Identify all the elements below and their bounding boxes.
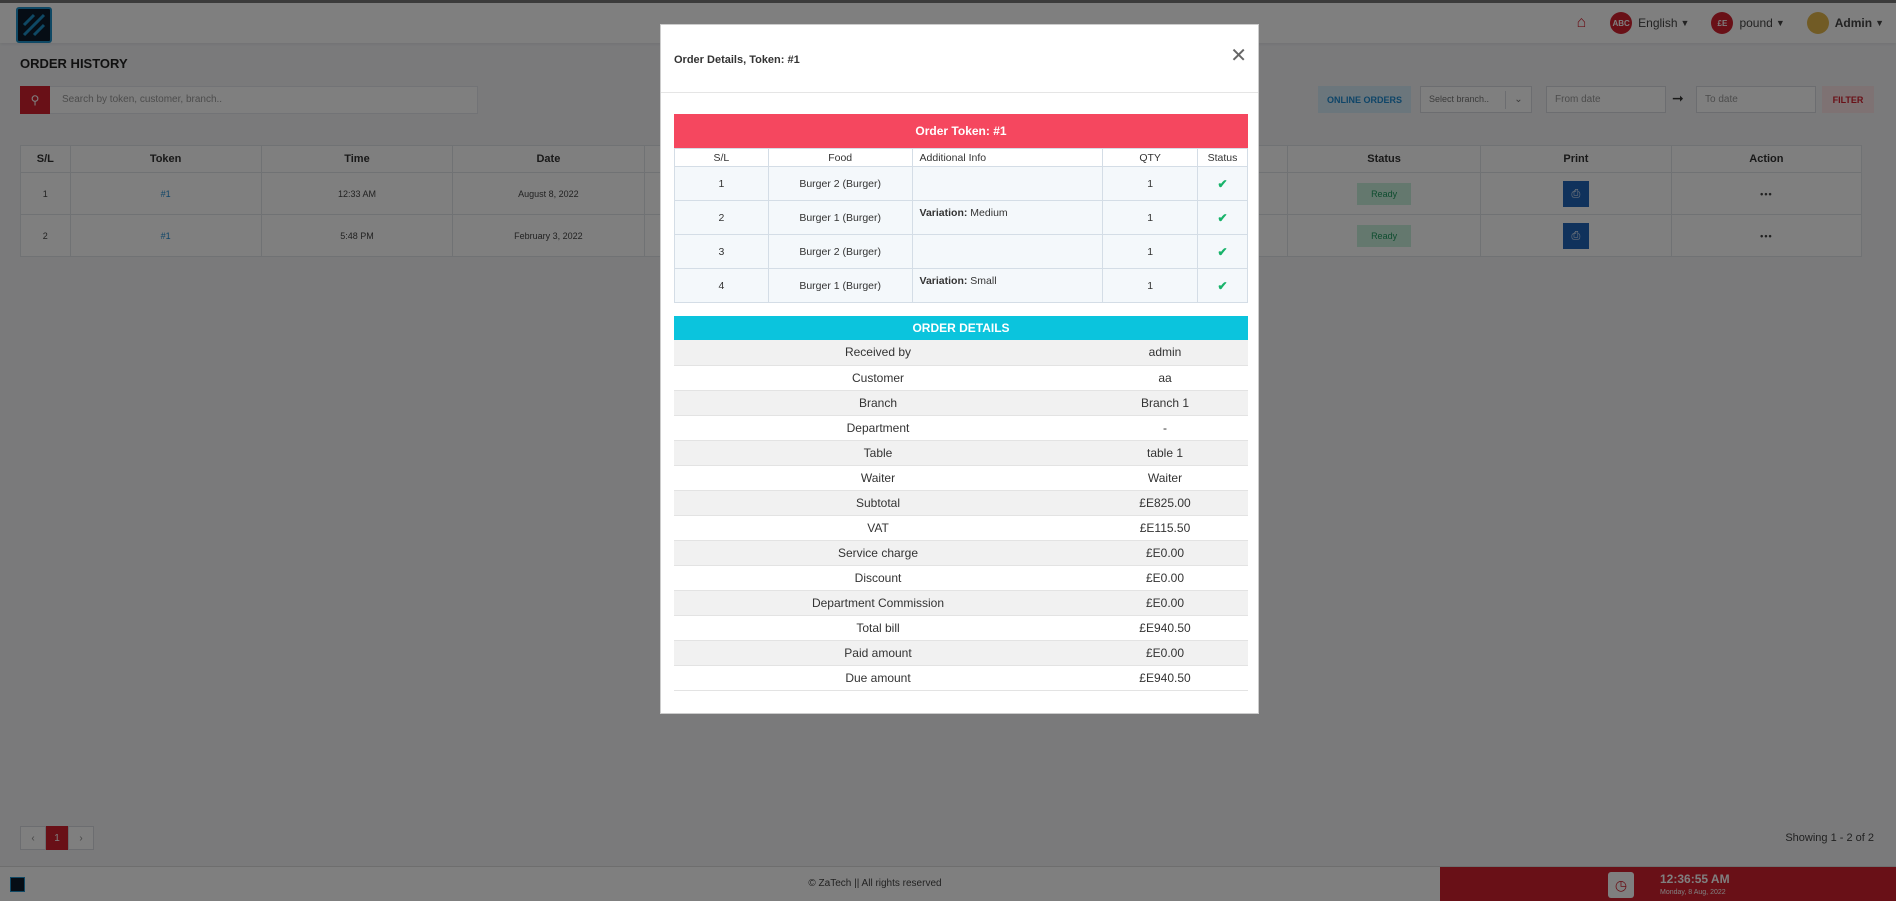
detail-value: £E115.50	[1082, 515, 1248, 541]
item-sl: 2	[674, 200, 769, 235]
check-icon: ✔	[1217, 244, 1228, 259]
detail-row: VAT £E115.50	[674, 515, 1248, 541]
item-food: Burger 2 (Burger)	[767, 166, 913, 201]
detail-value: £E0.00	[1082, 590, 1248, 616]
detail-row: Branch Branch 1	[674, 390, 1248, 416]
detail-row: Waiter Waiter	[674, 465, 1248, 491]
detail-label: Discount	[674, 565, 1082, 591]
detail-row: Table table 1	[674, 440, 1248, 466]
item-info	[911, 166, 1104, 201]
col-header-sl: S/L	[674, 148, 769, 167]
detail-row: Department -	[674, 415, 1248, 441]
detail-value: Branch 1	[1082, 390, 1248, 416]
order-token-heading: Order Token: #1	[674, 114, 1248, 148]
modal-header: Order Details, Token: #1 ✕	[661, 25, 1258, 93]
info-value: Small	[967, 275, 997, 287]
item-sl: 4	[674, 268, 769, 303]
detail-label: Total bill	[674, 615, 1082, 641]
col-header-status: Status	[1197, 148, 1248, 167]
close-icon[interactable]: ✕	[1230, 46, 1247, 66]
item-qty: 1	[1102, 200, 1199, 235]
detail-label: Paid amount	[674, 640, 1082, 666]
item-food: Burger 1 (Burger)	[767, 200, 913, 235]
detail-label: Department Commission	[674, 590, 1082, 616]
detail-label: Service charge	[674, 540, 1082, 566]
item-info: Variation: Medium	[911, 200, 1104, 235]
info-value: Medium	[967, 207, 1008, 219]
modal-title: Order Details, Token: #1	[674, 54, 800, 66]
detail-row: Subtotal £E825.00	[674, 490, 1248, 516]
detail-row: Customer aa	[674, 365, 1248, 391]
item-food: Burger 2 (Burger)	[767, 234, 913, 269]
detail-value: £E940.50	[1082, 615, 1248, 641]
table-row: 1 Burger 2 (Burger) 1 ✔	[674, 166, 1248, 201]
order-details-heading: ORDER DETAILS	[674, 316, 1248, 340]
check-icon: ✔	[1217, 210, 1228, 225]
detail-value: Waiter	[1082, 465, 1248, 491]
detail-label: Waiter	[674, 465, 1082, 491]
detail-value: £E0.00	[1082, 540, 1248, 566]
detail-row: Total bill £E940.50	[674, 615, 1248, 641]
detail-label: Subtotal	[674, 490, 1082, 516]
detail-row: Received by admin	[674, 340, 1248, 366]
table-row: 4 Burger 1 (Burger) Variation: Small 1 ✔	[674, 268, 1248, 303]
item-qty: 1	[1102, 234, 1199, 269]
detail-row: Discount £E0.00	[674, 565, 1248, 591]
items-header-row: S/L Food Additional Info QTY Status	[674, 148, 1248, 167]
item-food: Burger 1 (Burger)	[767, 268, 913, 303]
detail-value: -	[1082, 415, 1248, 441]
order-items-table: S/L Food Additional Info QTY Status 1 Bu…	[674, 148, 1248, 303]
detail-label: Branch	[674, 390, 1082, 416]
detail-row: Due amount £E940.50	[674, 665, 1248, 691]
detail-value: £E825.00	[1082, 490, 1248, 516]
detail-value: £E940.50	[1082, 665, 1248, 691]
check-icon: ✔	[1217, 176, 1228, 191]
detail-value: aa	[1082, 365, 1248, 391]
col-header-info: Additional Info	[911, 148, 1104, 167]
order-details-modal: Order Details, Token: #1 ✕ Order Token: …	[660, 24, 1259, 714]
detail-value: £E0.00	[1082, 640, 1248, 666]
detail-label: Due amount	[674, 665, 1082, 691]
item-info: Variation: Small	[911, 268, 1104, 303]
detail-label: VAT	[674, 515, 1082, 541]
detail-label: Received by	[674, 340, 1082, 366]
detail-label: Customer	[674, 365, 1082, 391]
detail-label: Department	[674, 415, 1082, 441]
detail-value: admin	[1082, 340, 1248, 366]
table-row: 2 Burger 1 (Burger) Variation: Medium 1 …	[674, 200, 1248, 235]
item-qty: 1	[1102, 268, 1199, 303]
col-header-qty: QTY	[1102, 148, 1199, 167]
item-qty: 1	[1102, 166, 1199, 201]
table-row: 3 Burger 2 (Burger) 1 ✔	[674, 234, 1248, 269]
detail-value: £E0.00	[1082, 565, 1248, 591]
item-info	[911, 234, 1104, 269]
check-icon: ✔	[1217, 278, 1228, 293]
item-sl: 1	[674, 166, 769, 201]
item-sl: 3	[674, 234, 769, 269]
order-details-table: Received by admin Customer aa Branch Branch…	[674, 340, 1248, 691]
detail-row: Department Commission £E0.00	[674, 590, 1248, 616]
detail-row: Service charge £E0.00	[674, 540, 1248, 566]
info-label: Variation:	[919, 275, 968, 287]
detail-label: Table	[674, 440, 1082, 466]
detail-row: Paid amount £E0.00	[674, 640, 1248, 666]
info-label: Variation:	[919, 207, 968, 219]
col-header-food: Food	[767, 148, 913, 167]
detail-value: table 1	[1082, 440, 1248, 466]
